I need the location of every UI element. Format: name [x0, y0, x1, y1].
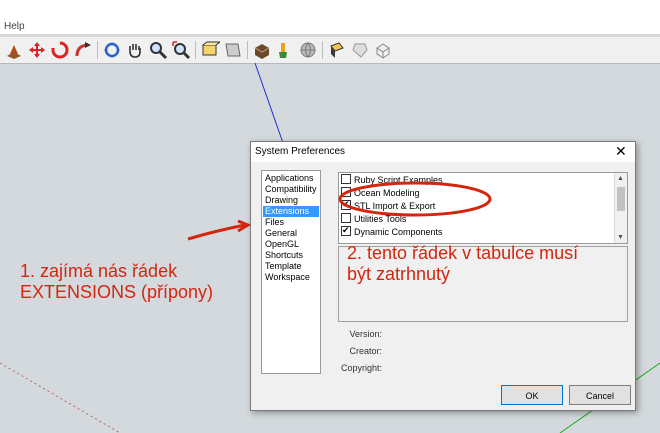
menu-bar: Help	[0, 0, 660, 34]
scroll-up-icon[interactable]: ▲	[617, 175, 624, 182]
category-workspace[interactable]: Workspace	[263, 272, 319, 283]
category-shortcuts[interactable]: Shortcuts	[263, 250, 319, 261]
zoom-icon[interactable]	[148, 40, 168, 60]
copyright-label: Copyright:	[340, 363, 382, 373]
scroll-down-icon[interactable]: ▼	[617, 234, 624, 241]
annotation-note-1: 1. zajímá nás řádek EXTENSIONS (přípony)	[20, 261, 213, 303]
annotation-note-1-line-2: EXTENSIONS (přípony)	[20, 282, 214, 302]
annotation-note-2: 2. tento řádek v tabulce musí být zatrhn…	[347, 243, 578, 285]
category-opengl[interactable]: OpenGL	[263, 239, 319, 250]
cancel-button[interactable]: Cancel	[569, 385, 631, 405]
section-plane-icon[interactable]	[200, 40, 220, 60]
category-list[interactable]: Applications Compatibility Drawing Exten…	[261, 170, 321, 374]
zoom-extents-icon[interactable]	[171, 40, 191, 60]
extensions-scrollbar[interactable]: ▲ ▼	[614, 173, 627, 243]
close-icon[interactable]: ✕	[615, 144, 629, 158]
category-applications[interactable]: Applications	[263, 173, 319, 184]
category-compatibility[interactable]: Compatibility	[263, 184, 319, 195]
pan-hand-icon[interactable]	[125, 40, 145, 60]
extension-row[interactable]: Dynamic Components	[341, 224, 443, 238]
ok-button[interactable]: OK	[501, 385, 563, 405]
creator-label: Creator:	[349, 346, 382, 356]
follow-me-icon[interactable]	[73, 40, 93, 60]
component-icon[interactable]	[252, 40, 272, 60]
paint-icon[interactable]	[275, 40, 295, 60]
dialog-titlebar[interactable]: System Preferences ✕	[251, 142, 635, 162]
annotation-note-1-line-1: 1. zajímá nás řádek	[20, 261, 178, 281]
scroll-thumb[interactable]	[617, 187, 625, 211]
extension-checkbox[interactable]	[341, 224, 351, 236]
annotation-note-2-line-1: 2. tento řádek v tabulce musí	[347, 243, 579, 263]
orbit-icon[interactable]	[102, 40, 122, 60]
annotation-ellipse	[338, 181, 492, 217]
menu-help[interactable]: Help	[4, 21, 25, 32]
category-general[interactable]: General	[263, 228, 319, 239]
dialog-title: System Preferences	[255, 146, 346, 157]
toolbar	[0, 36, 660, 64]
toolbar-separator	[97, 41, 98, 59]
toolbar-separator	[322, 41, 323, 59]
extension-label: Dynamic Components	[354, 227, 443, 237]
category-files[interactable]: Files	[263, 217, 319, 228]
version-label: Version:	[349, 329, 382, 339]
annotation-arrow	[187, 223, 246, 241]
smoove-icon[interactable]	[373, 40, 393, 60]
rotate-icon[interactable]	[50, 40, 70, 60]
category-drawing[interactable]: Drawing	[263, 195, 319, 206]
display-section-icon[interactable]	[223, 40, 243, 60]
annotation-note-2-line-2: být zatrhnutý	[347, 264, 451, 284]
red-axis-dashed	[0, 362, 121, 433]
move-icon[interactable]	[27, 40, 47, 60]
geo-location-icon[interactable]	[298, 40, 318, 60]
photo-textures-icon[interactable]	[327, 40, 347, 60]
rock-icon[interactable]	[4, 40, 24, 60]
category-template[interactable]: Template	[263, 261, 319, 272]
category-extensions[interactable]: Extensions	[263, 206, 319, 217]
arrow-sandbox-icon[interactable]	[350, 40, 370, 60]
toolbar-separator	[195, 41, 196, 59]
blue-axis	[254, 63, 284, 144]
toolbar-separator	[247, 41, 248, 59]
